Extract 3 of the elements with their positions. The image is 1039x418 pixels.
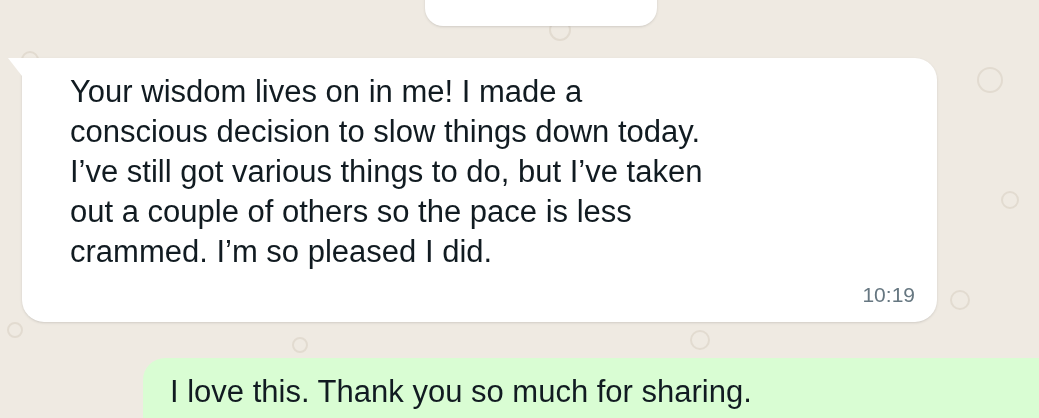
- message-text: Your wisdom lives on in me! I made a conscious decision to slow things down today. I’ve still got various things to do, but I’ve taken out a couple of others so the pace is less crammed. I’m so pleased I did.: [70, 73, 704, 271]
- message-time: 10:19: [862, 281, 915, 308]
- message-text: I love this. Thank you so much for sharing.: [170, 374, 752, 409]
